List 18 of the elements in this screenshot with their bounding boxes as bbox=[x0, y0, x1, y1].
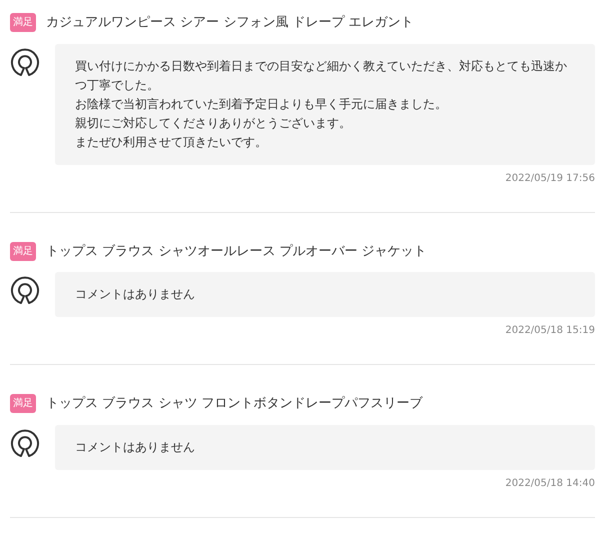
review-date: 2022/05/18 15:19 bbox=[505, 324, 595, 338]
product-title: トップス ブラウス シャツオールレース プルオーバー ジャケット bbox=[46, 242, 427, 260]
comment-text: 買い付けにかかる日数や到着日までの目安など細かく教えていただき、対応もとても迅速かつ丁寧でした。 bbox=[75, 58, 568, 94]
user-icon bbox=[10, 46, 40, 76]
comment-text: コメントはありません bbox=[75, 286, 196, 303]
user-icon bbox=[10, 275, 40, 305]
comment-text: 親切にご対応してくださりありがとうございます。 bbox=[75, 114, 352, 132]
rating-badge: 満足 bbox=[10, 394, 36, 414]
comment-text: またぜひ利用させて頂きたいです。 bbox=[75, 134, 268, 150]
rating-badge: 満足 bbox=[10, 242, 36, 261]
user-icon bbox=[10, 428, 40, 458]
review-date: 2022/05/19 17:56 bbox=[505, 172, 595, 186]
review-date: 2022/05/18 14:40 bbox=[505, 476, 595, 490]
rating-badge: 満足 bbox=[10, 13, 36, 32]
comment-text: コメントはありません bbox=[75, 438, 196, 456]
product-title: トップス ブラウス シャツ フロントボタンドレープパフスリーブ bbox=[46, 395, 422, 413]
comment-text: お陰様で当初言われていた到着予定日よりも早く手元に届きました。 bbox=[75, 96, 448, 112]
product-title: カジュアルワンピース シアー シフォン風 ドレープ エレガント bbox=[46, 14, 414, 32]
